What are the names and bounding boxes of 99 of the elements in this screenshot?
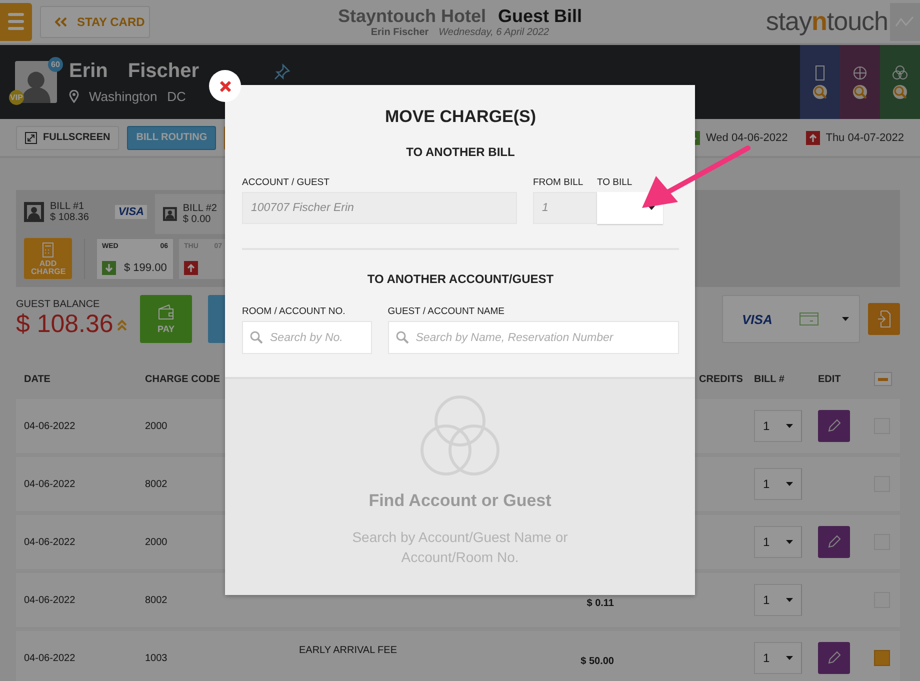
first-name: Erin (69, 60, 108, 83)
departure-icon (806, 130, 820, 144)
calculator-icon (42, 242, 54, 258)
close-icon (220, 80, 230, 92)
panel-tile[interactable] (800, 45, 840, 119)
departure-date: Thu 04-07-2022 (826, 132, 904, 144)
guest-state: DC (167, 89, 186, 104)
hotel-name: Stayntouch Hotel (338, 6, 486, 26)
page-title: Guest Bill (498, 6, 582, 26)
caret-icon (786, 424, 793, 428)
select-all-checkbox[interactable] (874, 372, 892, 386)
business-date: Wednesday, 6 April 2022 (438, 26, 550, 38)
amount-cell-text: $ 0.11 (586, 598, 614, 609)
amount-cell-text: $ 50.00 (580, 656, 614, 667)
section-title: TO ANOTHER BILL (406, 145, 515, 159)
field-label: FROM BILL (533, 177, 584, 188)
guest-search-field[interactable]: Search by Name, Reservation Number (388, 321, 679, 354)
caret-icon (786, 656, 793, 660)
caret-icon (842, 317, 849, 321)
edit-button[interactable] (818, 642, 850, 674)
field-label: ACCOUNT / GUEST (242, 177, 330, 188)
day-amount: $ 199.00 (124, 262, 167, 274)
minus-icon (878, 378, 888, 380)
wallet-icon (157, 304, 175, 320)
column-header: DATE (24, 374, 52, 384)
date-cell-text: 04-06-2022 (24, 594, 76, 606)
menu-button[interactable] (0, 2, 32, 40)
pencil-icon (826, 534, 842, 550)
credit-card-icon (798, 312, 819, 326)
fullscreen-button[interactable]: FULLSCREEN (16, 126, 120, 150)
field-label: GUEST / ACCOUNT NAME (388, 306, 506, 317)
bill-select[interactable]: 1 (754, 526, 802, 558)
section-title: TO ANOTHER ACCOUNT/GUEST (367, 272, 554, 286)
bill-select[interactable]: 1 (754, 468, 802, 500)
pencil-icon (826, 418, 842, 434)
search-icon (250, 331, 263, 344)
charge-code-cell-text: 8002 (145, 478, 168, 490)
pencil-icon (826, 650, 842, 666)
row-checkbox[interactable] (874, 650, 890, 666)
brand-logo: stayntouch (766, 6, 888, 37)
room-search-field[interactable]: Search by No. (242, 321, 372, 354)
circles-icon (892, 65, 908, 81)
caret-icon (786, 598, 793, 602)
charge-code-cell-text: 1003 (145, 652, 168, 664)
charge-code-cell-text: 2000 (145, 536, 168, 548)
date-cell-text: 04-06-2022 (24, 420, 76, 432)
date-cell-text: 04-06-2022 (24, 478, 76, 490)
charge-code-cell-text: 8002 (145, 594, 168, 606)
globe-icon (852, 65, 868, 81)
guest-city: Washington (89, 89, 158, 104)
account-field: 100707 Fischer Erin (242, 192, 517, 224)
edit-button[interactable] (818, 410, 850, 442)
vip-badge: VIP (9, 90, 24, 105)
search-icon (814, 86, 826, 98)
double-chevron-left-icon (55, 16, 67, 26)
last-name: Fischer (128, 60, 200, 83)
panel-tile[interactable] (840, 45, 880, 119)
document-import-icon (877, 310, 891, 328)
from-bill-field: 1 (533, 192, 597, 224)
column-header: BILL # (754, 374, 786, 384)
card-logo: VISA (115, 205, 147, 219)
bill-select[interactable]: 1 (754, 410, 802, 442)
caret-icon (786, 482, 793, 486)
balance-amount: $ 108.36 (16, 310, 114, 339)
location-icon (69, 90, 79, 103)
arrival-date: Wed 04-06-2022 (706, 132, 788, 144)
card-logo: VISA (741, 310, 774, 328)
field-label: ROOM / ACCOUNT NO. (242, 306, 346, 317)
search-icon (894, 86, 906, 98)
person-icon (163, 204, 177, 224)
edit-button[interactable] (818, 526, 850, 558)
pin-icon[interactable] (273, 62, 292, 80)
panel-tile[interactable] (880, 45, 920, 119)
person-icon (24, 202, 44, 222)
departure-icon (184, 260, 198, 274)
dialog-title: MOVE CHARGE(S) (384, 107, 536, 127)
charge-code-cell-text: 2000 (145, 420, 168, 432)
bill-tab[interactable]: BILL #2 $ 0.00 (155, 194, 225, 234)
date-cell-text: 04-06-2022 (24, 652, 76, 664)
date-cell-text: 04-06-2022 (24, 536, 76, 548)
guest-name: Erin Fischer (370, 26, 429, 38)
search-icon (396, 331, 409, 344)
column-header: EDIT (818, 374, 842, 384)
bill-select[interactable]: 1 (754, 642, 802, 674)
empty-title: Find Account or Guest (368, 491, 552, 511)
caret-icon (786, 540, 793, 544)
double-chevron-up-icon (117, 318, 128, 330)
document-button[interactable] (868, 303, 900, 335)
bill-select[interactable]: 1 (754, 584, 802, 616)
balance-label: GUEST BALANCE (16, 299, 101, 310)
column-header: CHARGE CODE (145, 374, 222, 384)
arrival-icon (102, 260, 116, 274)
description-cell-text: EARLY ARRIVAL FEE (299, 645, 398, 656)
field-label: TO BILL (597, 177, 634, 188)
loyalty-badge: 60 (48, 57, 63, 72)
search-icon (854, 86, 866, 98)
column-header: CREDITS (699, 374, 744, 384)
expand-icon (25, 132, 37, 144)
payment-card-select[interactable]: VISA (722, 295, 860, 343)
